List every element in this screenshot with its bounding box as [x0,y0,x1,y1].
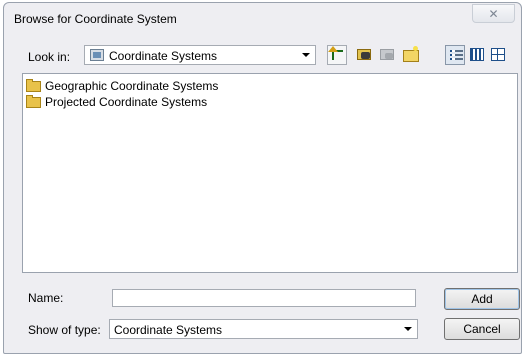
close-button[interactable]: ✕ [472,4,515,23]
folder-icon [26,78,41,92]
look-in-value: Coordinate Systems [109,49,218,63]
coordinate-systems-icon [90,49,104,61]
dialog-title: Browse for Coordinate System [14,12,177,26]
new-folder-button[interactable] [401,45,421,65]
list-view-icon-line [450,54,463,56]
cancel-button[interactable]: Cancel [444,318,520,340]
list-view-button[interactable] [445,45,465,65]
up-one-level-button[interactable] [327,45,347,65]
list-item[interactable]: Projected Coordinate Systems [26,94,207,110]
list-item[interactable]: Geographic Coordinate Systems [26,78,218,94]
list-view-icon [450,50,463,52]
add-button[interactable]: Add [444,288,520,310]
title-bar: Browse for Coordinate System ✕ [4,3,521,33]
show-of-type-value: Coordinate Systems [114,323,223,337]
show-of-type-label: Show of type: [28,323,101,337]
close-icon: ✕ [488,6,499,21]
look-in-label: Look in: [28,50,71,64]
file-list[interactable]: Geographic Coordinate Systems Projected … [22,73,518,273]
connect-folder-button[interactable] [355,45,375,65]
details-view-button[interactable] [467,45,487,65]
dialog-window: Browse for Coordinate System ✕ Look in: … [3,2,522,354]
show-of-type-dropdown[interactable]: Coordinate Systems [109,319,418,339]
disconnect-folder-button[interactable] [378,45,398,65]
list-view-icon-line [450,58,463,60]
chevron-down-icon[interactable] [298,48,313,62]
name-input[interactable] [112,289,416,307]
look-in-dropdown[interactable]: Coordinate Systems [84,45,316,65]
folder-icon [26,94,41,108]
name-label: Name: [28,291,64,305]
list-item-label: Projected Coordinate Systems [45,95,208,109]
up-one-level-icon [328,46,343,60]
list-item-label: Geographic Coordinate Systems [45,79,219,93]
chevron-down-icon[interactable] [400,322,415,336]
thumbnails-view-button[interactable] [488,45,508,65]
